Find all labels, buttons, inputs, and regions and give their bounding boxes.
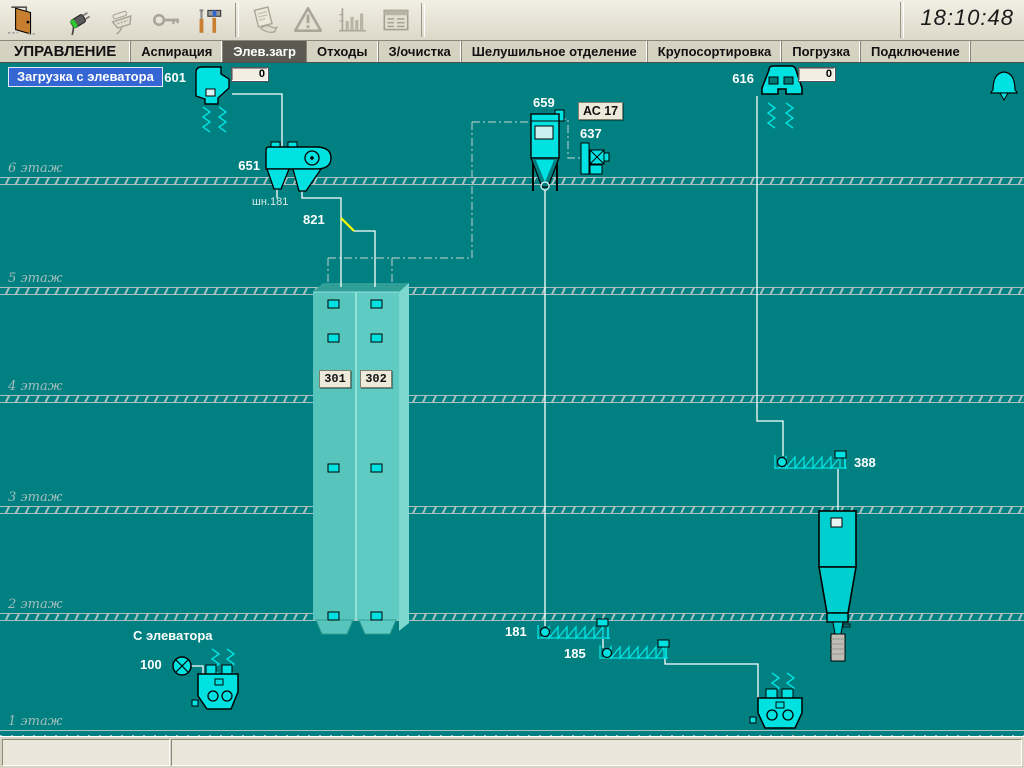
- equipment-601-icon[interactable]: [196, 67, 229, 132]
- tab-zochistka[interactable]: З/очистка: [379, 41, 462, 62]
- label-100: 100: [140, 657, 162, 672]
- tab-bar-filler: [971, 41, 1024, 62]
- equipment-637-fan-icon[interactable]: [581, 143, 609, 174]
- clock: 18:10:48: [920, 5, 1014, 31]
- label-388: 388: [854, 455, 876, 470]
- tab-kruposortirovka[interactable]: Крупосортировка: [648, 41, 782, 62]
- label-185: 185: [564, 646, 586, 661]
- tag-silo-301[interactable]: 301: [319, 370, 351, 388]
- tab-shelushilnoe[interactable]: Шелушильное отделение: [462, 41, 648, 62]
- report-log-icon[interactable]: [242, 1, 286, 39]
- value-601[interactable]: 0: [231, 67, 269, 82]
- toolbar-separator: [900, 2, 904, 38]
- equipment-616-icon[interactable]: [762, 66, 802, 128]
- tag-ac17: АС 17: [578, 102, 623, 120]
- toolbar-separator: [235, 3, 239, 37]
- trend-chart-icon[interactable]: [330, 1, 374, 39]
- tab-upravlenie[interactable]: УПРАВЛЕНИЕ: [0, 41, 131, 62]
- scada-window: 18:10:48 УПРАВЛЕНИЕ Аспирация Элев.загр …: [0, 0, 1024, 768]
- equipment-loading-bin-icon[interactable]: [819, 511, 856, 661]
- label-821: 821: [303, 212, 325, 227]
- status-bar: [0, 736, 1024, 768]
- value-616[interactable]: 0: [798, 67, 836, 82]
- status-panel-left: [2, 739, 170, 766]
- alarm-bell-icon[interactable]: [991, 72, 1017, 100]
- label-616: 616: [720, 71, 754, 86]
- label-601: 601: [156, 70, 186, 85]
- power-connector-icon[interactable]: [56, 1, 100, 39]
- access-key-icon[interactable]: [144, 1, 188, 39]
- label-651: 651: [230, 158, 260, 173]
- status-panel-main: [171, 739, 1022, 766]
- label-659: 659: [533, 95, 555, 110]
- equipment-185-screw-icon[interactable]: [600, 640, 669, 659]
- tab-pogruzka[interactable]: Погрузка: [782, 41, 861, 62]
- serial-connector-icon[interactable]: [100, 1, 144, 39]
- label-637: 637: [580, 126, 602, 141]
- tag-silo-302[interactable]: 302: [360, 370, 392, 388]
- diverter-flap-821[interactable]: [341, 218, 354, 231]
- valve-100-icon[interactable]: [173, 657, 191, 675]
- service-tools-icon[interactable]: [188, 1, 232, 39]
- scheme-title: Загрузка с элеватора: [8, 67, 163, 87]
- equipment-elevator-boot-left-icon[interactable]: [192, 649, 238, 709]
- tab-elev-zagr[interactable]: Элев.загр: [223, 41, 307, 62]
- exit-door-icon[interactable]: [0, 1, 44, 39]
- label-from-elevator: С элеватора: [133, 628, 213, 643]
- silo-block-301-302[interactable]: [313, 283, 409, 634]
- equipment-181-screw-icon[interactable]: [538, 619, 610, 639]
- equipment-651-icon[interactable]: [266, 142, 331, 191]
- tab-podklyuchenie[interactable]: Подключение: [861, 41, 971, 62]
- control-panel-icon[interactable]: [374, 1, 418, 39]
- toolbar-separator: [421, 3, 425, 37]
- toolbar: 18:10:48: [0, 0, 1024, 41]
- tab-bar: УПРАВЛЕНИЕ Аспирация Элев.загр Отходы З/…: [0, 41, 1024, 63]
- alarm-warning-icon[interactable]: [286, 1, 330, 39]
- flow-lines: [191, 94, 838, 699]
- mnemonic-scheme: 6 этаж 5 этаж 4 этаж 3 этаж 2 этаж 1 эта…: [0, 63, 1024, 737]
- label-shn181: шн.181: [252, 196, 288, 208]
- equipment-659-cyclone-icon[interactable]: [531, 108, 564, 191]
- tab-aspiratsiya[interactable]: Аспирация: [131, 41, 223, 62]
- label-181: 181: [505, 624, 527, 639]
- equipment-388-screw-icon[interactable]: [775, 451, 847, 469]
- tab-othody[interactable]: Отходы: [307, 41, 379, 62]
